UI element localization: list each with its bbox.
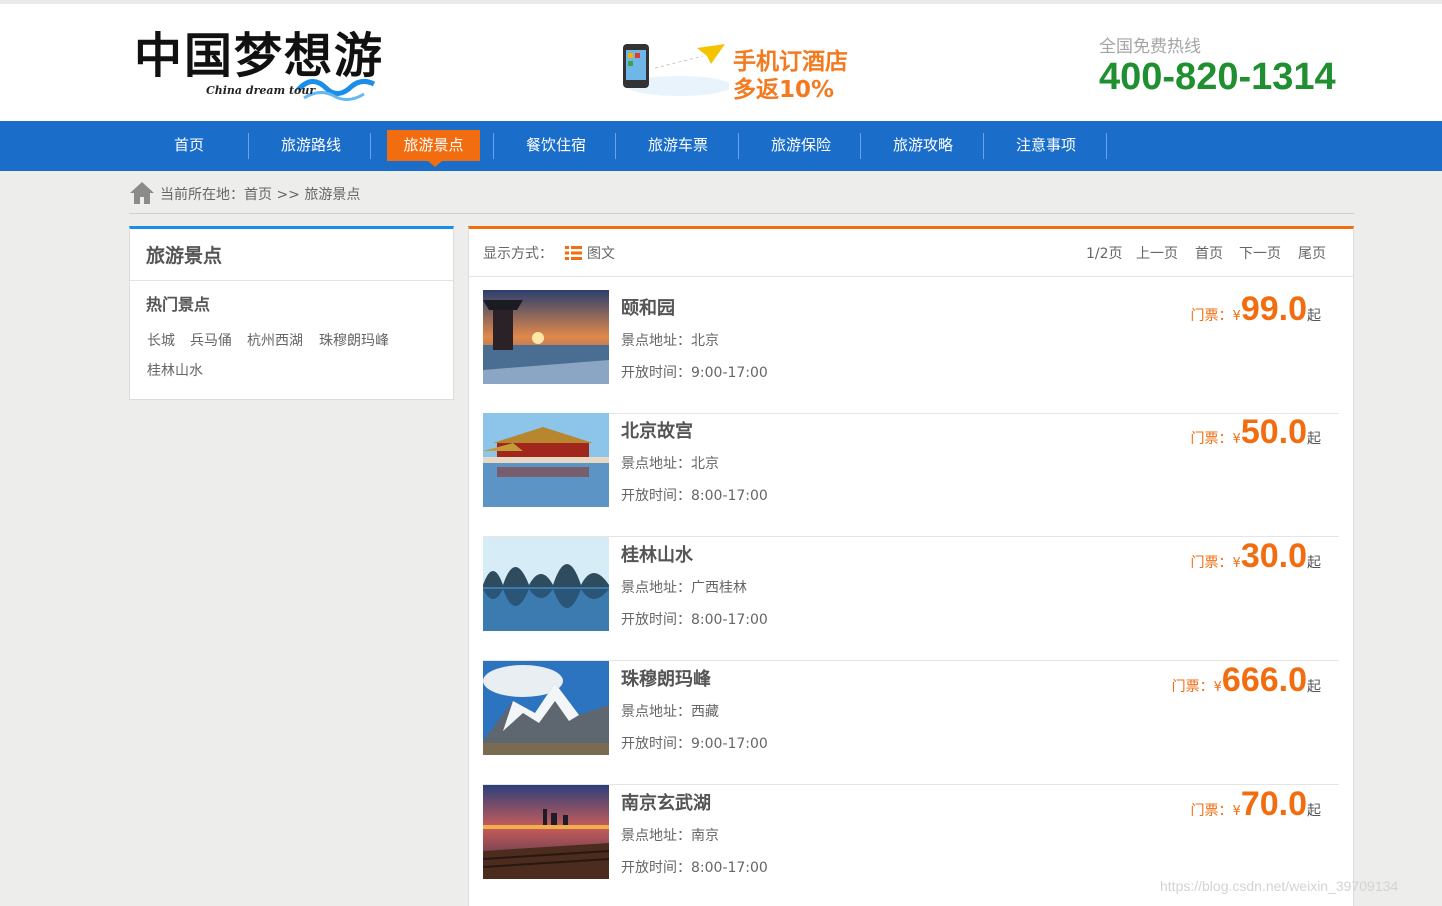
list-item[interactable]: 北京故宫 景点地址：北京 开放时间：8:00-17:00 门票：¥50.0起: [483, 413, 1339, 537]
price-suffix: 起: [1307, 803, 1321, 819]
attraction-name[interactable]: 南京玄武湖: [621, 789, 711, 815]
site-header: 中国梦想游 China dream tour 手机订酒店 多返10% 全国免费热…: [0, 0, 1442, 121]
hot-link-west-lake[interactable]: 杭州西湖: [247, 330, 303, 350]
hot-link-terracotta[interactable]: 兵马俑: [190, 330, 232, 350]
price-label: 门票：: [1190, 555, 1233, 571]
price-label: 门票：: [1190, 431, 1233, 447]
hot-link-great-wall[interactable]: 长城: [147, 330, 175, 350]
list-toolbar: 显示方式： 图文 1/2页 上一页 首页 下一页 尾页: [469, 229, 1353, 277]
attraction-hours: 开放时间：8:00-17:00: [621, 488, 768, 504]
first-page-link[interactable]: 首页: [1195, 243, 1223, 263]
nav-divider: [1106, 133, 1107, 159]
price-label: 门票：: [1171, 679, 1214, 695]
nav-item-routes[interactable]: 旅游路线: [262, 121, 360, 171]
attraction-address: 景点地址：南京: [621, 828, 719, 844]
nav-item-guides[interactable]: 旅游攻略: [874, 121, 972, 171]
nav-divider: [983, 133, 984, 159]
hot-link-everest[interactable]: 珠穆朗玛峰: [319, 330, 389, 350]
price-value: 30.0: [1240, 537, 1307, 575]
nav-item-dining[interactable]: 餐饮住宿: [507, 121, 605, 171]
attraction-address: 景点地址：西藏: [621, 704, 719, 720]
price-label: 门票：: [1190, 803, 1233, 819]
hotline-number: 400-820-1314: [1099, 56, 1336, 98]
price-value: 50.0: [1240, 413, 1307, 451]
hotline-label: 全国免费热线: [1099, 37, 1201, 57]
nav-item-tickets[interactable]: 旅游车票: [629, 121, 727, 171]
last-page-link[interactable]: 尾页: [1298, 243, 1326, 263]
hotel-promo-banner[interactable]: 手机订酒店 多返10%: [605, 40, 865, 103]
nav-divider: [493, 133, 494, 159]
breadcrumb-text[interactable]: 当前所在地：首页 >> 旅游景点: [160, 184, 360, 204]
display-mode-option[interactable]: 图文: [587, 243, 615, 263]
list-item[interactable]: 珠穆朗玛峰 景点地址：西藏 开放时间：9:00-17:00 门票：¥666.0起: [483, 661, 1339, 785]
attraction-thumbnail[interactable]: [483, 537, 609, 631]
attraction-hours: 开放时间：8:00-17:00: [621, 612, 768, 628]
list-item[interactable]: 桂林山水 景点地址：广西桂林 开放时间：8:00-17:00 门票：¥30.0起: [483, 537, 1339, 661]
nav-item-label: 旅游景点: [403, 136, 464, 154]
active-indicator-arrow: [428, 161, 442, 167]
attraction-hours: 开放时间：8:00-17:00: [621, 860, 768, 876]
currency-symbol: ¥: [1232, 309, 1241, 324]
attraction-name[interactable]: 北京故宫: [621, 417, 693, 443]
nav-item-home[interactable]: 首页: [140, 121, 238, 171]
price-suffix: 起: [1307, 555, 1321, 571]
sidebar-title: 旅游景点: [146, 245, 223, 267]
hot-link-guilin[interactable]: 桂林山水: [147, 360, 203, 380]
watermark-text: https://blog.csdn.net/weixin_39709134: [1160, 878, 1399, 894]
nav-item-notes[interactable]: 注意事项: [997, 121, 1095, 171]
ticket-price: 门票：¥99.0起: [1191, 290, 1321, 329]
price-suffix: 起: [1307, 308, 1321, 324]
currency-symbol: ¥: [1213, 680, 1222, 695]
sidebar: 旅游景点 热门景点 长城 兵马俑 杭州西湖 珠穆朗玛峰 桂林山水: [129, 226, 454, 400]
ticket-price: 门票：¥666.0起: [1172, 661, 1321, 700]
nav-divider: [738, 133, 739, 159]
ticket-price: 门票：¥30.0起: [1191, 537, 1321, 576]
price-suffix: 起: [1307, 431, 1321, 447]
sidebar-divider: [130, 280, 453, 281]
list-item[interactable]: 颐和园 景点地址：北京 开放时间：9:00-17:00 门票：¥99.0起: [483, 290, 1339, 414]
prev-page-link[interactable]: 上一页: [1136, 243, 1178, 263]
attraction-address: 景点地址：北京: [621, 456, 719, 472]
price-value: 666.0: [1221, 661, 1307, 699]
attraction-name[interactable]: 颐和园: [621, 294, 675, 320]
currency-symbol: ¥: [1232, 804, 1241, 819]
home-icon: [130, 182, 154, 204]
price-suffix: 起: [1307, 679, 1321, 695]
ticket-price: 门票：¥70.0起: [1191, 785, 1321, 824]
nav-divider: [860, 133, 861, 159]
nav-divider: [248, 133, 249, 159]
attraction-name[interactable]: 珠穆朗玛峰: [621, 665, 711, 691]
price-label: 门票：: [1190, 308, 1233, 324]
mobile-phone-icon: [623, 44, 729, 96]
next-page-link[interactable]: 下一页: [1239, 243, 1281, 263]
nav-item-attractions[interactable]: 旅游景点: [387, 130, 480, 167]
attraction-list-panel: 显示方式： 图文 1/2页 上一页 首页 下一页 尾页 颐和园 景点地址：北京: [468, 226, 1354, 906]
attraction-hours: 开放时间：9:00-17:00: [621, 736, 768, 752]
attraction-hours: 开放时间：9:00-17:00: [621, 365, 768, 381]
display-mode-label: 显示方式：: [483, 246, 553, 262]
nav-item-insurance[interactable]: 旅游保险: [752, 121, 850, 171]
site-logo[interactable]: 中国梦想游 China dream tour: [134, 26, 384, 106]
attraction-thumbnail[interactable]: [483, 785, 609, 879]
page-info: 1/2页: [1086, 246, 1123, 262]
currency-symbol: ¥: [1232, 556, 1241, 571]
currency-symbol: ¥: [1232, 432, 1241, 447]
attraction-thumbnail[interactable]: [483, 290, 609, 384]
attraction-address: 景点地址：北京: [621, 333, 719, 349]
attraction-address: 景点地址：广西桂林: [621, 580, 747, 596]
price-value: 70.0: [1240, 785, 1307, 823]
breadcrumb: 当前所在地：首页 >> 旅游景点: [129, 178, 1354, 214]
attraction-thumbnail[interactable]: [483, 661, 609, 755]
price-value: 99.0: [1240, 290, 1307, 328]
ticket-price: 门票：¥50.0起: [1191, 413, 1321, 452]
nav-divider: [370, 133, 371, 159]
nav-divider: [615, 133, 616, 159]
hot-attractions-heading: 热门景点: [146, 295, 211, 314]
attraction-thumbnail[interactable]: [483, 413, 609, 507]
main-nav: 首页 旅游路线 旅游景点 餐饮住宿 旅游车票 旅游保险 旅游攻略 注意事项: [0, 121, 1442, 171]
logo-subtext: China dream tour: [206, 84, 316, 97]
promo-line-2: 多返10%: [733, 77, 835, 103]
attraction-name[interactable]: 桂林山水: [621, 541, 693, 567]
list-view-icon[interactable]: [565, 246, 582, 260]
